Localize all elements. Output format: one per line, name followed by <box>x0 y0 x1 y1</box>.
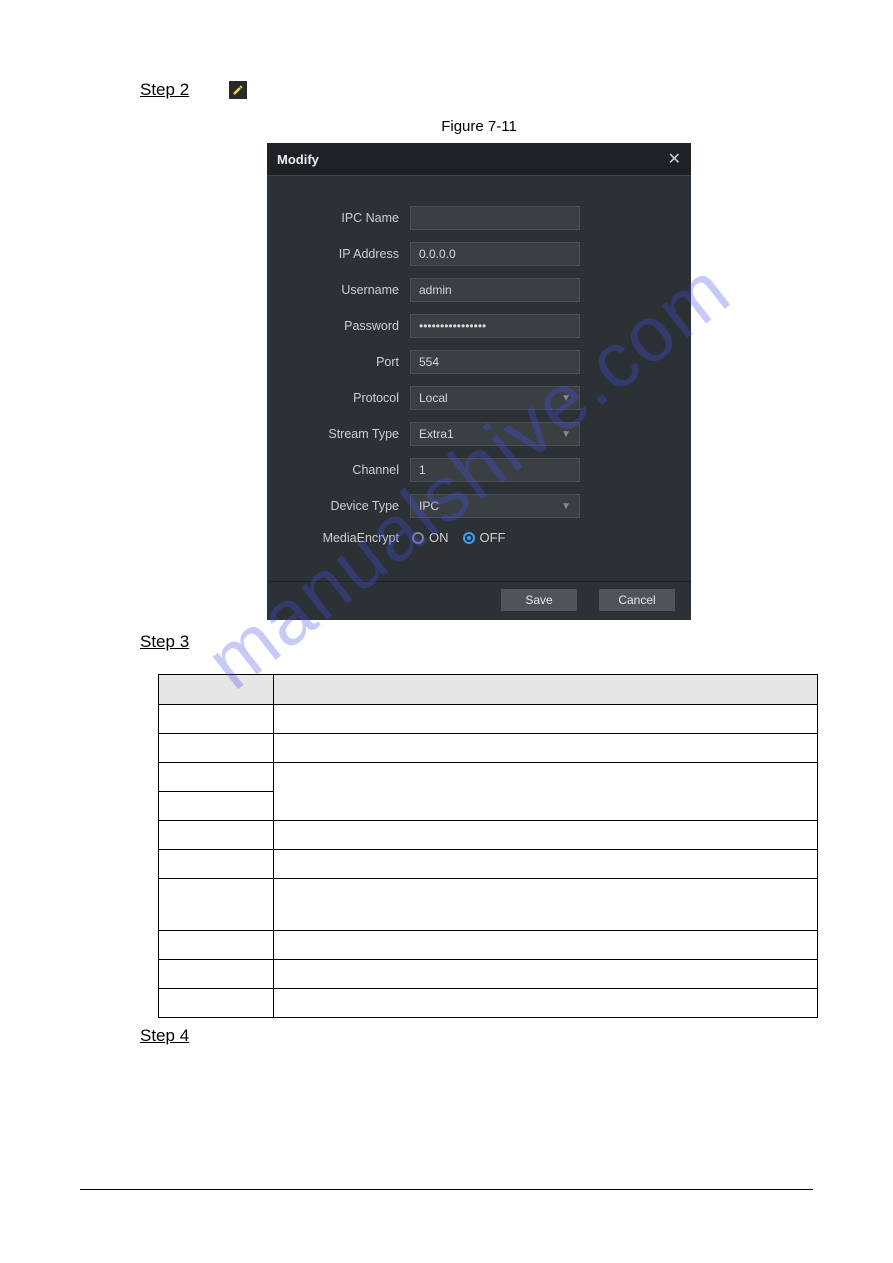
port-input[interactable]: 554 <box>410 350 580 374</box>
password-label: Password <box>289 319 399 333</box>
table-row <box>159 960 818 989</box>
channel-label: Channel <box>289 463 399 477</box>
chevron-down-icon: ▼ <box>561 501 571 512</box>
step-4-label: Step 4 <box>140 1026 189 1045</box>
radio-icon <box>412 532 424 544</box>
close-icon[interactable]: ✕ <box>668 149 681 169</box>
media-encrypt-on-radio[interactable]: ON <box>412 530 449 545</box>
figure-label: Figure 7-11 <box>140 118 818 135</box>
radio-on-label: ON <box>429 530 449 545</box>
ipc-name-label: IPC Name <box>289 211 399 225</box>
password-input[interactable]: •••••••••••••••• <box>410 314 580 338</box>
ip-address-label: IP Address <box>289 247 399 261</box>
device-type-label: Device Type <box>289 499 399 513</box>
modify-dialog: Modify ✕ IPC Name IP Address 0.0.0.0 Use… <box>267 143 691 620</box>
radio-off-label: OFF <box>480 530 506 545</box>
media-encrypt-off-radio[interactable]: OFF <box>463 530 506 545</box>
table-row <box>159 931 818 960</box>
table-row <box>159 879 818 931</box>
table-row <box>159 821 818 850</box>
channel-input[interactable]: 1 <box>410 458 580 482</box>
table-row <box>159 734 818 763</box>
footer-rule <box>80 1189 813 1190</box>
radio-icon <box>463 532 475 544</box>
table-row <box>159 989 818 1018</box>
chevron-down-icon: ▼ <box>561 429 571 440</box>
step-2-label: Step 2 <box>140 80 189 100</box>
parameter-table <box>158 674 818 1018</box>
device-type-select[interactable]: IPC ▼ <box>410 494 580 518</box>
table-row <box>159 763 818 792</box>
username-label: Username <box>289 283 399 297</box>
step-3-label: Step 3 <box>140 632 189 651</box>
media-encrypt-label: MediaEncrypt <box>289 531 399 545</box>
protocol-label: Protocol <box>289 391 399 405</box>
protocol-select[interactable]: Local ▼ <box>410 386 580 410</box>
ipc-name-input[interactable] <box>410 206 580 230</box>
stream-type-select[interactable]: Extra1 ▼ <box>410 422 580 446</box>
stream-type-label: Stream Type <box>289 427 399 441</box>
port-label: Port <box>289 355 399 369</box>
dialog-title: Modify <box>277 152 319 167</box>
pencil-icon <box>229 81 247 99</box>
table-row <box>159 705 818 734</box>
username-input[interactable]: admin <box>410 278 580 302</box>
chevron-down-icon: ▼ <box>561 393 571 404</box>
table-row <box>159 850 818 879</box>
save-button[interactable]: Save <box>501 589 577 611</box>
ip-address-input[interactable]: 0.0.0.0 <box>410 242 580 266</box>
cancel-button[interactable]: Cancel <box>599 589 675 611</box>
